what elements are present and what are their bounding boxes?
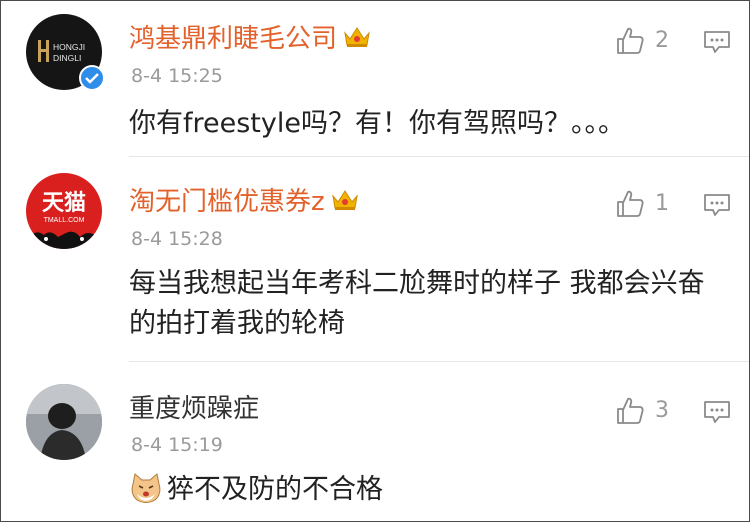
cat-emoji-icon (129, 472, 163, 516)
like-count: 2 (655, 28, 669, 53)
avatar-text-line1: 天猫 (42, 191, 86, 216)
avatar-text-line1: HONGJI (53, 42, 85, 52)
author-name[interactable]: 淘无门槛优惠券z (129, 188, 359, 217)
verified-icon (79, 65, 105, 91)
comment-text: 猝不及防的不合格 (129, 470, 729, 516)
reply-icon (704, 194, 730, 216)
crown-icon (331, 188, 359, 217)
crown-icon (343, 25, 371, 54)
reply-button[interactable] (703, 400, 731, 428)
like-button[interactable]: 3 (615, 396, 669, 426)
comment-item: 天猫 TMALL.COM 淘无门槛优惠券z 8-4 15:28 每当我想起当年考… (1, 157, 749, 357)
comment-text: 每当我想起当年考科二尬舞时的样子 我都会兴奋的拍打着我的轮椅 (129, 268, 705, 339)
like-count: 1 (655, 191, 669, 216)
comment-text-content: 猝不及防的不合格 (167, 474, 383, 505)
user-photo-icon (26, 384, 102, 460)
reply-button[interactable] (703, 30, 731, 58)
avatar-text-line2: TMALL.COM (44, 217, 85, 224)
tmall-logo-icon: 天猫 TMALL.COM (30, 191, 98, 249)
thumbs-up-icon (617, 397, 644, 424)
avatar-text-line2: DINGLI (53, 53, 81, 63)
avatar[interactable]: 天猫 TMALL.COM (26, 173, 102, 249)
like-button[interactable]: 1 (615, 189, 669, 219)
author-name[interactable]: 鸿基鼎利睫毛公司 (129, 25, 371, 54)
reply-button[interactable] (703, 193, 731, 221)
comment-time: 8-4 15:28 (131, 228, 223, 250)
comment-item: HONGJI DINGLI 鸿基鼎利睫毛公司 8-4 15:25 你有frees… (1, 1, 749, 156)
comment-item: 重度烦躁症 8-4 15:19 猝不及防的不合格 3 (1, 362, 749, 521)
reply-icon (704, 401, 730, 423)
like-count: 3 (655, 398, 669, 423)
author-name-text[interactable]: 淘无门槛优惠券z (129, 187, 325, 217)
comment-time: 8-4 15:25 (131, 65, 223, 87)
reply-icon (704, 31, 730, 53)
like-button[interactable]: 2 (615, 26, 669, 56)
comment-text: 你有freestyle吗？有！你有驾照吗？。。。 (129, 108, 625, 139)
author-name-text[interactable]: 重度烦躁症 (129, 394, 259, 424)
thumbs-up-icon (617, 190, 644, 217)
thumbs-up-icon (617, 27, 644, 54)
comment-time: 8-4 15:19 (131, 434, 223, 456)
author-name[interactable]: 重度烦躁症 (129, 396, 259, 422)
comment-list: HONGJI DINGLI 鸿基鼎利睫毛公司 8-4 15:25 你有frees… (0, 0, 750, 522)
author-name-text[interactable]: 鸿基鼎利睫毛公司 (129, 24, 337, 54)
avatar[interactable] (26, 384, 102, 460)
